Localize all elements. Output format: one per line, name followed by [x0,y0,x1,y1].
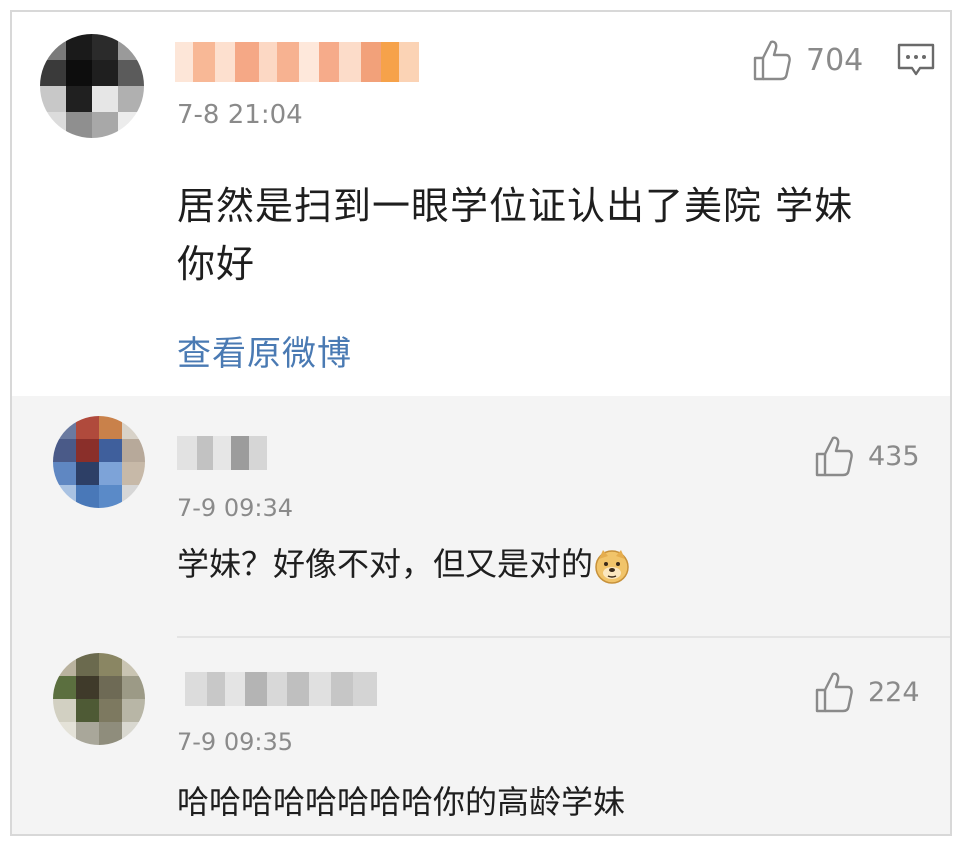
main-comment: 7-8 21:04 704 居然是扫到一眼学位证认出了美院 学妹 你好 查看原微… [12,12,950,396]
comment-text-line: 居然是扫到一眼学位证认出了美院 学妹 [177,184,854,228]
username-blurred[interactable] [177,436,267,470]
avatar[interactable] [40,34,144,138]
thumbs-up-icon [815,672,853,713]
comment-icon[interactable] [896,42,936,80]
reply-text-content: 学妹？好像不对，但又是对的 [177,545,594,583]
avatar[interactable] [53,416,145,508]
replies-section [12,396,950,834]
view-original-weibo-link[interactable]: 查看原微博 [177,326,352,375]
reply-timestamp: 7-9 09:35 [177,728,293,756]
like-button[interactable]: 435 [814,434,920,478]
reply-text: 哈哈哈哈哈哈哈哈你的高龄学妹 [177,783,626,821]
doge-emoji-icon [595,550,629,584]
avatar[interactable] [53,653,145,745]
username-blurred[interactable] [175,42,419,82]
reply-text: 学妹？好像不对，但又是对的 [177,544,631,585]
username-blurred[interactable] [185,672,377,706]
like-button[interactable]: 704 [752,38,863,82]
comment-timestamp: 7-8 21:04 [177,100,303,130]
comment-thread: 7-8 21:04 704 居然是扫到一眼学位证认出了美院 学妹 你好 查看原微… [10,10,952,836]
thumbs-up-icon [815,436,853,477]
like-button[interactable]: 224 [814,670,920,714]
comment-text: 居然是扫到一眼学位证认出了美院 学妹 你好 [177,177,917,293]
divider [177,636,950,638]
like-count: 435 [868,440,920,472]
comment-text-line: 你好 [177,242,256,286]
like-count: 224 [868,676,920,708]
reply-timestamp: 7-9 09:34 [177,494,293,522]
thumbs-up-icon [753,40,791,81]
like-count: 704 [806,42,864,78]
